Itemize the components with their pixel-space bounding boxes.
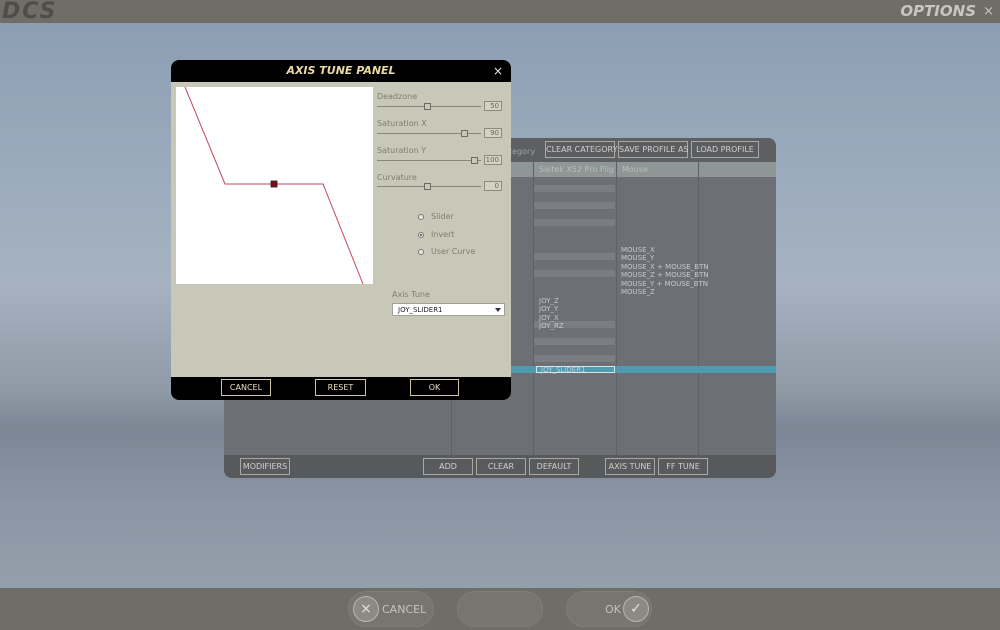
axis-tune-dialog: AXIS TUNE PANEL × Deadzone 50 Saturation… xyxy=(171,60,511,400)
saturation-y-slider[interactable] xyxy=(377,160,481,161)
column-divider xyxy=(698,162,699,455)
close-icon[interactable]: × xyxy=(493,60,503,82)
deadzone-label: Deadzone xyxy=(377,92,418,101)
clear-button[interactable]: CLEAR xyxy=(476,458,526,475)
joy-axis-item[interactable]: JOY_Y xyxy=(539,305,558,313)
mouse-axis-item[interactable]: MOUSE_Y + MOUSE_BTN xyxy=(621,280,708,288)
joy-axis-item[interactable]: JOY_X xyxy=(539,314,559,322)
column-header-mouse[interactable]: Mouse xyxy=(622,165,648,174)
saturation-y-value[interactable]: 100 xyxy=(484,155,502,165)
saturation-x-value[interactable]: 90 xyxy=(484,128,502,138)
axis-tune-label: Axis Tune xyxy=(392,290,430,299)
dcs-logo: DCS xyxy=(2,0,58,24)
joy-axis-item[interactable]: JOY_Z xyxy=(539,297,559,305)
mouse-axis-item[interactable]: MOUSE_Z xyxy=(621,288,655,296)
mouse-axis-item[interactable]: MOUSE_X xyxy=(621,246,655,254)
top-bar: DCS OPTIONS × xyxy=(0,0,1000,23)
mouse-axis-item[interactable]: MOUSE_Z + MOUSE_BTN xyxy=(621,271,709,279)
invert-checkbox[interactable] xyxy=(418,232,424,238)
empty-button[interactable] xyxy=(457,591,543,627)
ff-tune-button[interactable]: FF TUNE xyxy=(658,458,708,475)
default-button[interactable]: DEFAULT xyxy=(529,458,579,475)
mouse-axis-item[interactable]: MOUSE_Y xyxy=(621,254,654,262)
cancel-label: CANCEL xyxy=(382,603,427,616)
deadzone-slider-thumb[interactable] xyxy=(424,103,431,110)
curvature-slider-thumb[interactable] xyxy=(424,183,431,190)
table-cell[interactable] xyxy=(534,338,615,345)
table-cell[interactable] xyxy=(534,355,615,362)
dialog-footer: CANCEL RESET OK xyxy=(171,377,511,400)
ok-button[interactable]: OK ✓ xyxy=(566,591,652,627)
curvature-label: Curvature xyxy=(377,173,417,182)
category-label: tegory xyxy=(509,147,536,156)
column-header-joystick[interactable]: Saitek X52 Pro Flig xyxy=(539,165,614,174)
table-cell[interactable] xyxy=(534,185,615,192)
saturation-y-slider-thumb[interactable] xyxy=(471,157,478,164)
joy-axis-item[interactable]: JOY_RZ xyxy=(539,322,564,330)
response-curve xyxy=(184,86,364,285)
checkmark-circle-icon: ✓ xyxy=(623,596,649,622)
axis-select-dropdown[interactable]: JOY_SLIDER1 xyxy=(392,303,505,316)
slider-option-label: Slider xyxy=(431,212,454,221)
bottom-bar: × CANCEL OK ✓ xyxy=(0,588,1000,630)
reset-button[interactable]: RESET xyxy=(315,379,366,396)
ok-button[interactable]: OK xyxy=(410,379,459,396)
axis-select-value: JOY_SLIDER1 xyxy=(398,306,443,314)
curvature-value[interactable]: 0 xyxy=(484,181,502,191)
clear-category-button[interactable]: CLEAR CATEGORY xyxy=(545,141,617,158)
curve-center-marker xyxy=(270,180,278,188)
table-cell[interactable] xyxy=(534,202,615,209)
axis-tune-button[interactable]: AXIS TUNE xyxy=(605,458,655,475)
table-cell[interactable] xyxy=(534,219,615,226)
column-divider xyxy=(616,162,617,455)
response-curve-graph xyxy=(176,86,373,285)
dialog-title: AXIS TUNE PANEL xyxy=(286,64,396,77)
cancel-button[interactable]: × CANCEL xyxy=(348,591,434,627)
slider-checkbox[interactable] xyxy=(418,214,424,220)
options-title: OPTIONS xyxy=(900,2,976,20)
save-profile-as-button[interactable]: SAVE PROFILE AS xyxy=(618,141,689,158)
load-profile-button[interactable]: LOAD PROFILE xyxy=(691,141,759,158)
chevron-down-icon[interactable] xyxy=(495,308,501,312)
ok-label: OK xyxy=(605,603,621,616)
modifiers-button[interactable]: MODIFIERS xyxy=(240,458,290,475)
table-cell[interactable] xyxy=(534,270,615,277)
cancel-button[interactable]: CANCEL xyxy=(221,379,271,396)
saturation-y-label: Saturation Y xyxy=(377,146,427,155)
user-curve-checkbox[interactable] xyxy=(418,249,424,255)
close-icon[interactable]: × xyxy=(983,0,994,23)
add-button[interactable]: ADD xyxy=(423,458,473,475)
user-curve-option-label: User Curve xyxy=(431,247,476,256)
selected-cell[interactable]: JOY_SLIDER1 xyxy=(536,366,615,374)
mouse-axis-item[interactable]: MOUSE_X + MOUSE_BTN xyxy=(621,263,709,271)
selected-cell-label: JOY_SLIDER1 xyxy=(541,366,586,374)
invert-option-label: Invert xyxy=(431,230,455,239)
deadzone-value[interactable]: 50 xyxy=(484,101,502,111)
saturation-x-label: Saturation X xyxy=(377,119,427,128)
saturation-x-slider-thumb[interactable] xyxy=(461,130,468,137)
close-circle-icon: × xyxy=(353,596,379,622)
controls-bottom-bar: MODIFIERS ADD CLEAR DEFAULT AXIS TUNE FF… xyxy=(224,455,776,478)
dialog-title-bar: AXIS TUNE PANEL × xyxy=(171,60,511,82)
table-cell[interactable] xyxy=(534,253,615,260)
